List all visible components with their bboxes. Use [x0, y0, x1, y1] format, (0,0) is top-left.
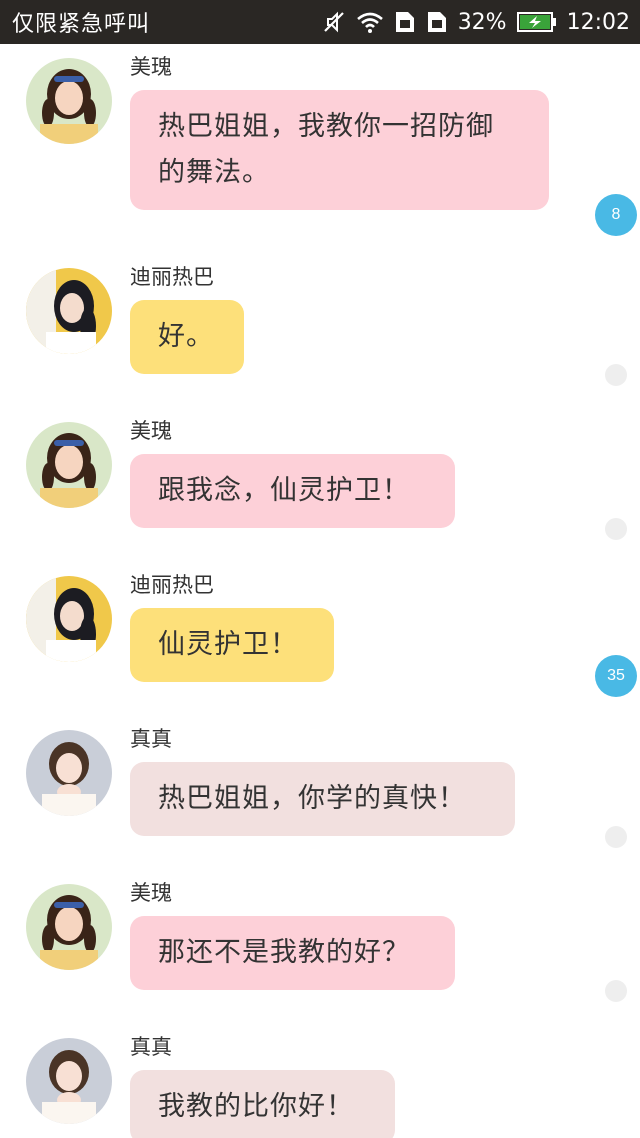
avatar[interactable] — [26, 730, 112, 816]
unread-badge[interactable]: 8 — [595, 194, 637, 236]
clock: 12:02 — [566, 9, 630, 35]
avatar[interactable] — [26, 576, 112, 662]
carrier-text: 仅限紧急呼叫 — [12, 12, 151, 37]
battery-percent: 32% — [457, 9, 507, 35]
unread-badge[interactable]: 35 — [595, 655, 637, 697]
status-bar: 仅限紧急呼叫 32% 12:02 — [0, 0, 640, 44]
avatar[interactable] — [26, 58, 112, 144]
message-bubble[interactable]: 那还不是我教的好？ — [130, 916, 455, 990]
message-bubble[interactable]: 我教的比你好！ — [130, 1070, 395, 1138]
sender-name: 美瑰 — [130, 419, 172, 443]
sender-name: 美瑰 — [130, 55, 172, 79]
message-bubble[interactable]: 热巴姐姐，你学的真快！ — [130, 762, 515, 836]
avatar[interactable] — [26, 884, 112, 970]
message-bubble[interactable]: 好。 — [130, 300, 244, 374]
avatar[interactable] — [26, 422, 112, 508]
chat-list[interactable]: 美瑰 热巴姐姐，我教你一招防御的舞法。 8 迪丽热巴 好。 美瑰 跟我念，仙灵护… — [0, 44, 640, 1138]
sim-card-icon — [426, 10, 448, 34]
sender-name: 迪丽热巴 — [130, 573, 214, 597]
sender-name: 真真 — [130, 727, 172, 751]
read-status-dot — [605, 364, 627, 386]
avatar[interactable] — [26, 1038, 112, 1124]
read-status-dot — [605, 980, 627, 1002]
mute-icon — [322, 10, 346, 34]
wifi-icon — [356, 10, 384, 34]
read-status-dot — [605, 826, 627, 848]
battery-charging-icon — [516, 11, 557, 33]
message-bubble[interactable]: 仙灵护卫！ — [130, 608, 334, 682]
sender-name: 迪丽热巴 — [130, 265, 214, 289]
message-bubble[interactable]: 跟我念，仙灵护卫！ — [130, 454, 455, 528]
sender-name: 美瑰 — [130, 881, 172, 905]
sim-card-icon — [394, 10, 416, 34]
read-status-dot — [605, 518, 627, 540]
status-icons: 32% 12:02 — [322, 10, 630, 35]
message-bubble[interactable]: 热巴姐姐，我教你一招防御的舞法。 — [130, 90, 549, 210]
sender-name: 真真 — [130, 1035, 172, 1059]
avatar[interactable] — [26, 268, 112, 354]
